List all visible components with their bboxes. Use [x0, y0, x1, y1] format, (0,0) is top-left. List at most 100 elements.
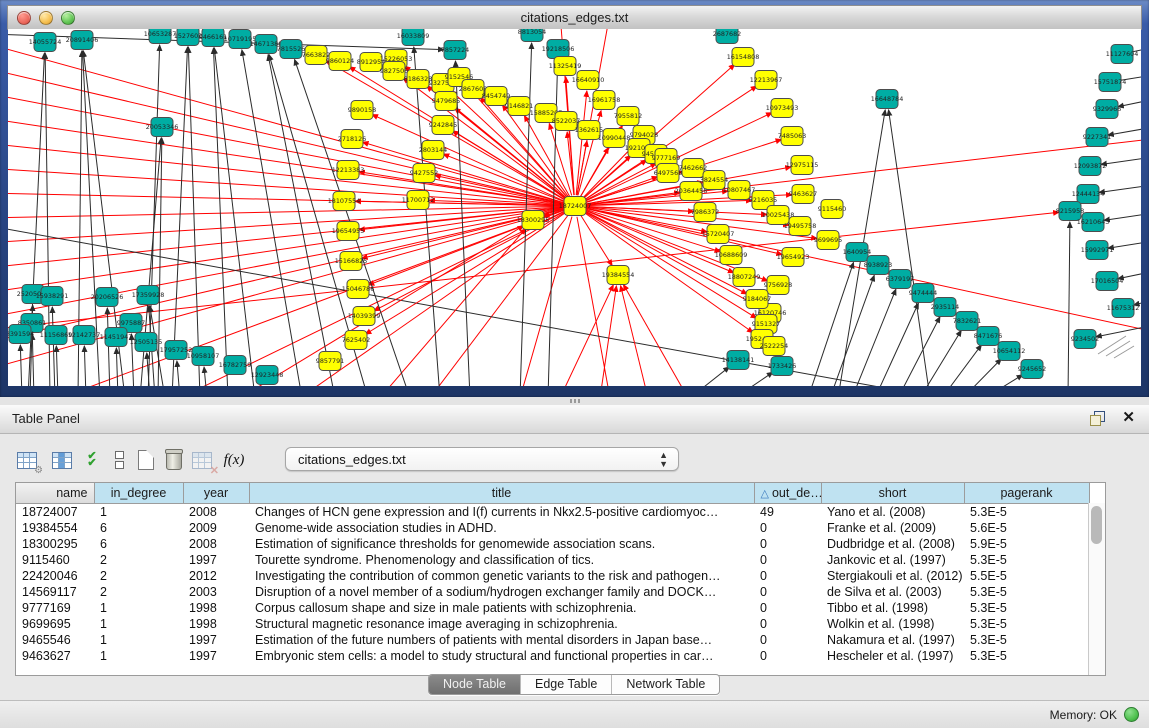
column-header-year[interactable]: year	[183, 483, 249, 504]
graph-node-label: 8454749	[482, 92, 510, 100]
table-selector-dropdown[interactable]: citations_edges.txt ▲▼	[285, 447, 679, 471]
canvas-resize-grip-icon[interactable]	[1098, 336, 1126, 354]
graph-node-label: 3824554	[700, 176, 728, 184]
citation-network-graph[interactable]: 1405572420891406106532871527602946616110…	[8, 29, 1141, 386]
table-row[interactable]: 2242004622012Investigating the contribut…	[16, 568, 1089, 584]
graph-node-label: 9427552	[410, 169, 438, 177]
canvas-resize-grip-icon[interactable]	[1106, 341, 1130, 356]
column-header-pagerank[interactable]: pagerank	[964, 483, 1089, 504]
graph-node-label: 16961758	[588, 96, 621, 104]
table-cell: 0	[754, 600, 821, 616]
graph-edge	[56, 346, 58, 386]
graph-node-label: 8813054	[518, 29, 546, 36]
table-row[interactable]: 969969511998Structural magnetic resonanc…	[16, 616, 1089, 632]
table-cell: 9699695	[16, 616, 94, 632]
table-cell: Tibbo et al. (1998)	[821, 600, 964, 616]
table-scrollbar-thumb[interactable]	[1091, 506, 1102, 544]
table-row[interactable]: 1830029562008Estimation of significance …	[16, 536, 1089, 552]
table-cell: Hescheler et al. (1997)	[821, 648, 964, 664]
destroy-table-icon: ✕	[190, 448, 214, 472]
graph-node-label: 9115460	[818, 205, 846, 213]
network-window-titlebar[interactable]: citations_edges.txt	[7, 5, 1142, 30]
memory-status-indicator[interactable]	[1124, 707, 1139, 722]
table-cell: Structural magnetic resonance image aver…	[249, 616, 754, 632]
graph-node-label: 10654112	[993, 347, 1026, 355]
format-column-icon[interactable]	[50, 448, 74, 472]
table-row[interactable]: 1456911722003Disruption of a novel membe…	[16, 584, 1089, 600]
graph-node-label: 12093872	[1074, 162, 1107, 170]
select-all-rows-icon[interactable]: ✔✔	[80, 448, 104, 472]
network-view-window: citations_edges.txt 14055724208914061065…	[0, 0, 1149, 397]
graph-node-label: 9827506	[380, 67, 408, 75]
column-header-name[interactable]: name	[16, 483, 94, 504]
function-builder-icon[interactable]: f(x)	[222, 448, 246, 472]
graph-node-label: 2718126	[338, 135, 366, 143]
table-cell: 2	[94, 568, 183, 584]
table-cell: 1	[94, 600, 183, 616]
horizontal-splitter[interactable]	[0, 397, 1149, 405]
table-cell: Jankovic et al. (1997)	[821, 552, 964, 568]
table-cell: Embryonic stem cells: a model to study s…	[249, 648, 754, 664]
graph-edge	[942, 345, 981, 386]
table-cell: Estimation of significance thresholds fo…	[249, 536, 754, 552]
table-cell: 5.3E-5	[964, 648, 1089, 664]
graph-node-label: 7832621	[953, 317, 981, 325]
close-panel-icon[interactable]: ✕	[1122, 410, 1135, 426]
table-cell: 2009	[183, 520, 249, 536]
canvas-resize-grip-icon[interactable]	[1114, 346, 1134, 358]
dropdown-arrows-icon: ▲▼	[659, 451, 668, 469]
table-row[interactable]: 1938455462009Genome-wide association stu…	[16, 520, 1089, 536]
table-cell: Yano et al. (2008)	[821, 504, 964, 521]
float-panel-icon[interactable]	[1090, 410, 1106, 426]
graph-node-label: 9890158	[348, 106, 376, 114]
column-header-title[interactable]: title	[249, 483, 754, 504]
network-window-title: citations_edges.txt	[8, 10, 1141, 25]
graph-node-label: 18724007	[559, 202, 592, 210]
table-row[interactable]: 946362711997Embryonic stem cells: a mode…	[16, 648, 1089, 664]
table-cell: 1	[94, 648, 183, 664]
graph-edge	[172, 47, 188, 386]
table-row[interactable]: 946554611997Estimation of the future num…	[16, 632, 1089, 648]
graph-node-label: 7986372	[691, 208, 719, 216]
delete-table-icon[interactable]	[162, 448, 186, 472]
close-window-button[interactable]	[17, 11, 31, 25]
table-cell: 1998	[183, 616, 249, 632]
table-row[interactable]: 911546021997Tourette syndrome. Phenomeno…	[16, 552, 1089, 568]
graph-node-label: 16033809	[397, 32, 430, 40]
graph-node-label: 19654923	[777, 253, 810, 261]
zoom-window-button[interactable]	[61, 11, 75, 25]
graph-node-label: 7857224	[441, 46, 469, 54]
network-canvas[interactable]: 1405572420891406106532871527602946616110…	[8, 29, 1141, 386]
graph-node-label: 18107554	[328, 197, 361, 205]
column-header-out-degree[interactable]: △out_de…	[754, 483, 821, 504]
create-table-icon[interactable]	[134, 448, 158, 472]
tab-edge-table[interactable]: Edge Table	[520, 675, 611, 694]
table-cell: 9777169	[16, 600, 94, 616]
table-cell: Genome-wide association studies in ADHD.	[249, 520, 754, 536]
graph-node-label: 9860124	[326, 57, 354, 65]
graph-edge	[830, 275, 874, 386]
tab-network-table[interactable]: Network Table	[611, 675, 719, 694]
graph-node-label: 9184067	[743, 295, 771, 303]
table-scrollbar[interactable]	[1088, 503, 1105, 675]
table-row[interactable]: 1872400712008Changes of HCN gene express…	[16, 504, 1089, 521]
table-cell: Wolkin et al. (1998)	[821, 616, 964, 632]
table-cell: 0	[754, 632, 821, 648]
clear-selection-icon[interactable]	[107, 448, 131, 472]
column-header-short[interactable]: short	[821, 483, 964, 504]
graph-edge	[566, 77, 574, 195]
graph-node-label: 9794028	[630, 131, 658, 139]
graph-node-label: 9329966	[1093, 105, 1121, 113]
graph-node-label: 12975115	[786, 161, 819, 169]
column-header-in-degree[interactable]: in_degree	[94, 483, 183, 504]
table-cell: 1997	[183, 552, 249, 568]
graph-node-label: 8391594	[8, 330, 34, 338]
tab-node-table[interactable]: Node Table	[429, 675, 520, 694]
minimize-window-button[interactable]	[39, 11, 53, 25]
modify-table-icon[interactable]: ⚙	[15, 448, 39, 472]
table-row[interactable]: 977716911998Corpus callosum shape and si…	[16, 600, 1089, 616]
sort-ascending-icon: △	[761, 488, 769, 500]
node-table: name in_degree year title △out_de… short…	[15, 482, 1106, 676]
graph-node-label: 10973493	[766, 104, 799, 112]
table-cell: 0	[754, 536, 821, 552]
